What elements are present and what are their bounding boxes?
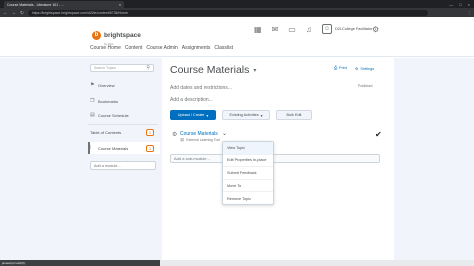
menu-item-move-to[interactable]: Move To <box>223 180 273 193</box>
sidebar-item-overview[interactable]: ⚑ Overview <box>90 82 115 88</box>
browser-status-bar: javascript:void(0); <box>0 260 474 266</box>
site-header: b brightspace by D2L ▦ ✉ ▭ ♫ ☺ D2LColleg… <box>0 17 474 57</box>
sidebar-item-label: Bookmarks <box>98 98 119 104</box>
settings-label: Settings <box>360 66 375 71</box>
page-title[interactable]: Course Materials ▾ <box>170 64 256 76</box>
maximize-icon[interactable]: □ <box>459 2 461 7</box>
close-window-icon[interactable]: × <box>468 2 470 7</box>
nav-assignments[interactable]: Assignments <box>182 45 211 51</box>
sidebar-item-toc[interactable]: Table of Contents <box>90 130 121 135</box>
settings-button[interactable]: ⚙ Settings <box>355 66 375 72</box>
drag-handle-icon[interactable]: ⁞ <box>90 145 95 151</box>
mail-icon[interactable]: ✉ <box>272 25 279 34</box>
back-icon[interactable]: ← <box>3 10 8 15</box>
upload-create-label: Upload / Create <box>177 113 205 117</box>
sidebar-item-label: Course Schedule <box>98 112 129 118</box>
search-icon[interactable]: ⚲ <box>146 65 150 71</box>
nav-course-admin[interactable]: Course Admin <box>146 45 177 51</box>
add-module-input[interactable]: Add a module... <box>90 161 156 170</box>
course-navbar: Course Home Content Course Admin Assignm… <box>90 45 233 51</box>
chat-icon[interactable]: ▭ <box>288 25 296 34</box>
nav-classlist[interactable]: Classlist <box>214 45 233 51</box>
upload-create-button[interactable]: Upload / Create ▾ <box>170 110 216 120</box>
gear-icon[interactable]: ⚙ <box>372 25 379 34</box>
topic-title-link[interactable]: Course Materials <box>180 131 218 137</box>
address-bar: ← → ↻ https://brightspace.brightspace.co… <box>0 8 474 17</box>
bell-icon[interactable]: ♫ <box>306 25 312 34</box>
sidebar-module-label: Course Materials <box>98 145 129 151</box>
bulk-edit-button[interactable]: Bulk Edit <box>276 110 312 120</box>
minimize-icon[interactable]: — <box>449 2 453 7</box>
content-sidebar: Search Topics ⚲ ⚑ Overview ❐ Bookmarks ▤… <box>84 58 160 260</box>
sidebar-divider <box>88 124 158 125</box>
existing-activities-button[interactable]: Existing Activities ▾ <box>222 110 270 120</box>
search-input[interactable]: Search Topics ⚲ <box>90 64 154 72</box>
nav-content[interactable]: Content <box>125 45 143 51</box>
link-icon: ⛓ <box>180 138 185 142</box>
menu-item-edit-properties[interactable]: Edit Properties In-place <box>223 155 273 168</box>
add-dates-link[interactable]: Add dates and restrictions... <box>170 85 232 91</box>
topic-context-menu-icon[interactable]: ⌄ <box>222 130 227 137</box>
url-field[interactable]: https://brightspace.brightspace.com/d2l/… <box>27 9 428 16</box>
existing-activities-label: Existing Activities <box>229 113 259 117</box>
main-content: Course Materials ▾ ⎙ Print ⚙ Settings Ad… <box>162 58 394 260</box>
menu-item-view-topic[interactable]: View Topic <box>223 142 273 155</box>
logo-text: brightspace <box>104 32 141 39</box>
chevron-down-icon[interactable]: ▾ <box>253 67 256 74</box>
add-submodule-placeholder: Add a sub-module... <box>174 156 210 161</box>
sidebar-module-row[interactable]: ⁞ Course Materials <box>90 145 128 151</box>
status-text: javascript:void(0); <box>2 261 26 265</box>
module-count-badge: 1 <box>146 145 154 152</box>
browser-tab-bar: Course Materials - Literature 101 - ... … <box>0 0 474 8</box>
bulk-edit-label: Bulk Edit <box>286 113 302 117</box>
header-icons: ▦ ✉ ▭ ♫ <box>254 25 312 34</box>
page-title-text: Course Materials <box>170 64 250 76</box>
chevron-down-icon: ▾ <box>260 113 263 118</box>
browser-tab[interactable]: Course Materials - Literature 101 - ... … <box>4 1 124 8</box>
external-tool-icon: ⚙ <box>172 132 178 138</box>
reload-icon[interactable]: ↻ <box>20 10 24 16</box>
forward-icon[interactable]: → <box>12 10 17 15</box>
published-dropdown[interactable]: Published <box>358 84 372 88</box>
overview-icon: ⚑ <box>90 82 95 88</box>
logo-mark-icon: b <box>92 30 101 40</box>
topic-subtitle: ⛓ External Learning Tool <box>180 138 220 142</box>
chevron-down-icon: ▾ <box>206 113 209 118</box>
add-description-link[interactable]: Add a description... <box>170 97 213 103</box>
bookmark-icon: ❐ <box>90 98 95 104</box>
add-submodule-input[interactable]: Add a sub-module... <box>170 154 380 163</box>
user-menu[interactable]: ☺ D2LCollege Facilitator <box>322 24 372 34</box>
print-button[interactable]: ⎙ Print <box>334 66 347 70</box>
topic-context-menu: View Topic Edit Properties In-place Subm… <box>222 141 274 205</box>
sidebar-item-label: Overview <box>98 82 115 88</box>
settings-icon: ⚙ <box>355 67 359 71</box>
menu-item-submit-feedback[interactable]: Submit Feedback <box>223 167 273 180</box>
print-icon: ⎙ <box>334 66 338 70</box>
toc-count-badge: 1 <box>146 129 154 136</box>
user-name: D2LCollege Facilitator <box>335 27 373 31</box>
menu-item-remove-topic[interactable]: Remove Topic <box>223 192 273 205</box>
browser-menu-icon[interactable]: ⋮ <box>467 10 471 15</box>
topic-type-label: External Learning Tool <box>186 138 220 142</box>
print-label: Print <box>339 66 347 70</box>
brightspace-logo[interactable]: b brightspace by D2L <box>92 24 141 46</box>
tab-close-icon[interactable]: × <box>119 3 121 7</box>
sidebar-item-course-schedule[interactable]: ▤ Course Schedule <box>90 112 129 118</box>
tab-title: Course Materials - Literature 101 - ... <box>7 2 65 7</box>
calendar-icon: ▤ <box>90 112 95 118</box>
nav-course-home[interactable]: Course Home <box>90 45 121 51</box>
search-placeholder: Search Topics <box>94 66 116 70</box>
add-module-placeholder: Add a module... <box>94 163 121 168</box>
topic-row: ⚙ Course Materials ⌄ ⛓ External Learning… <box>170 130 385 144</box>
checkmark-icon: ✔ <box>375 130 382 139</box>
status-url: javascript:void(0); <box>0 260 160 266</box>
avatar: ☺ <box>322 24 332 34</box>
grid-icon[interactable]: ▦ <box>254 25 262 34</box>
sidebar-item-bookmarks[interactable]: ❐ Bookmarks <box>90 98 118 104</box>
url-text: https://brightspace.brightspace.com/d2l/… <box>31 10 128 15</box>
